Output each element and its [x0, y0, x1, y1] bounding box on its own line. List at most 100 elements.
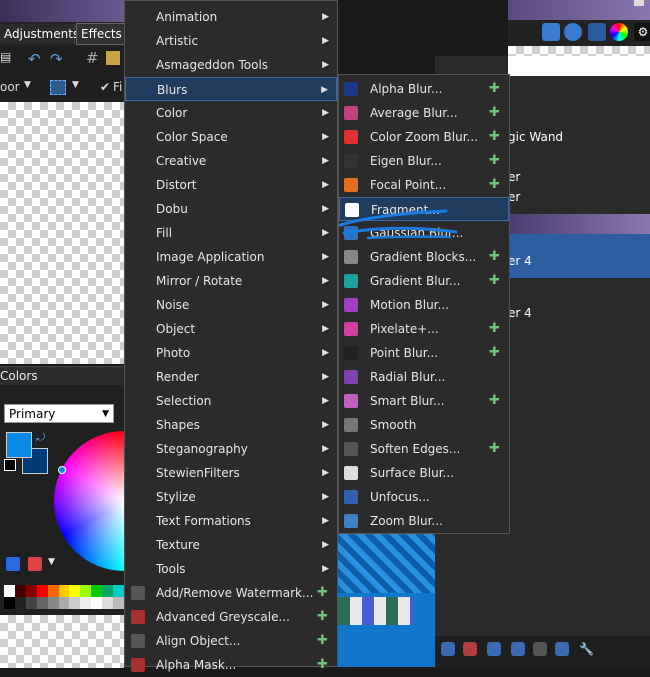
- delete-layer-icon[interactable]: [463, 642, 477, 656]
- add-layer-icon[interactable]: [441, 642, 455, 656]
- menu-item-distort[interactable]: Distort ▶: [125, 173, 337, 197]
- menu-item-alpha-mask[interactable]: Alpha Mask... ✚: [125, 653, 337, 677]
- menu-item-steganography[interactable]: Steganography ▶: [125, 437, 337, 461]
- menu-item-label: Advanced Greyscale...: [156, 610, 290, 624]
- menu-item-label: Pixelate+...: [370, 322, 439, 336]
- menu-item-surface-blur[interactable]: Surface Blur...: [339, 461, 509, 485]
- settings-icon[interactable]: ⚙: [634, 23, 650, 41]
- menu-item-object[interactable]: Object ▶: [125, 317, 337, 341]
- color-wheel-handle[interactable]: [58, 466, 66, 474]
- menu-item-smooth[interactable]: Smooth: [339, 413, 509, 437]
- reset-colors-icon[interactable]: [4, 459, 16, 471]
- menu-item-photo[interactable]: Photo ▶: [125, 341, 337, 365]
- undo-icon[interactable]: ↶: [28, 50, 41, 68]
- add-color-icon[interactable]: [6, 557, 20, 571]
- menu-item-image-application[interactable]: Image Application ▶: [125, 245, 337, 269]
- tools-icon[interactable]: [542, 23, 560, 41]
- menu-item-smart-blur[interactable]: Smart Blur... ✚: [339, 389, 509, 413]
- grid-icon[interactable]: #: [86, 49, 99, 67]
- menu-item-add-remove-watermark[interactable]: Add/Remove Watermark... ✚: [125, 581, 337, 605]
- menu-item-color[interactable]: Color ▶: [125, 101, 337, 125]
- menu-item-artistic[interactable]: Artistic ▶: [125, 29, 337, 53]
- primary-color-select[interactable]: Primary ▼: [4, 404, 114, 423]
- menu-item-texture[interactable]: Texture ▶: [125, 533, 337, 557]
- greyscale-icon: [131, 610, 145, 624]
- menu-item-shapes[interactable]: Shapes ▶: [125, 413, 337, 437]
- menu-item-mirror-rotate[interactable]: Mirror / Rotate ▶: [125, 269, 337, 293]
- color-palette[interactable]: [4, 585, 124, 609]
- menu-item-color-zoom-blur[interactable]: Color Zoom Blur... ✚: [339, 125, 509, 149]
- menu-item-label: Mirror / Rotate: [156, 274, 243, 288]
- chevron-down-icon[interactable]: ▼: [72, 80, 79, 90]
- menu-item-render[interactable]: Render ▶: [125, 365, 337, 389]
- palette-icon[interactable]: [28, 557, 42, 571]
- primary-color-swatch[interactable]: [6, 432, 32, 458]
- layer-properties-icon[interactable]: 🔧: [579, 642, 594, 656]
- menu-item-align-object[interactable]: Align Object... ✚: [125, 629, 337, 653]
- menu-item-label: Add/Remove Watermark...: [156, 586, 314, 600]
- redo-icon[interactable]: ↷: [50, 50, 63, 68]
- menu-item-pixelate[interactable]: Pixelate+... ✚: [339, 317, 509, 341]
- menu-item-unfocus[interactable]: Unfocus...: [339, 485, 509, 509]
- layers-icon[interactable]: [588, 23, 606, 41]
- menu-item-gradient-blur[interactable]: Gradient Blur... ✚: [339, 269, 509, 293]
- menu-item-advanced-greyscale[interactable]: Advanced Greyscale... ✚: [125, 605, 337, 629]
- chevron-right-icon: ▶: [322, 156, 329, 166]
- menu-item-asmageddon-tools[interactable]: Asmageddon Tools ▶: [125, 53, 337, 77]
- colors-icon[interactable]: [610, 23, 628, 41]
- menu-item-fill[interactable]: Fill ▶: [125, 221, 337, 245]
- merge-down-icon[interactable]: [533, 642, 547, 656]
- menu-item-gradient-blocks[interactable]: Gradient Blocks... ✚: [339, 245, 509, 269]
- menu-item-stylize[interactable]: Stylize ▶: [125, 485, 337, 509]
- tab-adjustments[interactable]: Adjustments: [0, 24, 79, 44]
- menu-item-label: Tools: [156, 562, 186, 576]
- menu-item-text-formations[interactable]: Text Formations ▶: [125, 509, 337, 533]
- menu-item-average-blur[interactable]: Average Blur... ✚: [339, 101, 509, 125]
- menu-item-blurs[interactable]: Blurs ▶: [125, 77, 337, 101]
- layer-name[interactable]: er 4: [508, 306, 532, 320]
- menu-item-label: Photo: [156, 346, 191, 360]
- duplicate-layer-icon[interactable]: [487, 642, 501, 656]
- menu-item-selection[interactable]: Selection ▶: [125, 389, 337, 413]
- layer-row-selected[interactable]: er 4: [508, 234, 650, 278]
- menu-item-dobu[interactable]: Dobu ▶: [125, 197, 337, 221]
- menu-item-motion-blur[interactable]: Motion Blur...: [339, 293, 509, 317]
- menu-item-point-blur[interactable]: Point Blur... ✚: [339, 341, 509, 365]
- menu-item-alpha-blur[interactable]: Alpha Blur... ✚: [339, 77, 509, 101]
- menu-item-noise[interactable]: Noise ▶: [125, 293, 337, 317]
- menu-item-label: Focal Point...: [370, 178, 447, 192]
- plugin-icon: ✚: [489, 393, 500, 408]
- image-canvas[interactable]: [0, 102, 124, 364]
- tab-effects[interactable]: Effects: [76, 23, 126, 45]
- history-icon[interactable]: [564, 23, 582, 41]
- menu-item-zoom-blur[interactable]: Zoom Blur...: [339, 509, 509, 533]
- new-image-icon[interactable]: ▤: [0, 50, 11, 64]
- swap-colors-icon[interactable]: ⤾: [36, 431, 45, 445]
- antialias-check-icon[interactable]: ✔: [100, 80, 110, 94]
- import-layer-icon[interactable]: [511, 642, 525, 656]
- chevron-down-icon[interactable]: ▼: [48, 557, 55, 567]
- menu-item-stewienfilters[interactable]: StewienFilters ▶: [125, 461, 337, 485]
- gaussian-blur-icon: [344, 226, 358, 240]
- menu-item-radial-blur[interactable]: Radial Blur...: [339, 365, 509, 389]
- menu-item-label: Gradient Blur...: [370, 274, 461, 288]
- menu-item-eigen-blur[interactable]: Eigen Blur... ✚: [339, 149, 509, 173]
- chevron-right-icon: ▶: [322, 228, 329, 238]
- plugin-icon: ✚: [489, 441, 500, 456]
- menu-item-creative[interactable]: Creative ▶: [125, 149, 337, 173]
- menu-item-animation[interactable]: Animation ▶: [125, 5, 337, 29]
- selection-mode-icon[interactable]: [50, 80, 66, 95]
- menu-item-gaussian-blur[interactable]: Gaussian Blur...: [339, 221, 509, 245]
- menu-item-tools[interactable]: Tools ▶: [125, 557, 337, 581]
- chevron-right-icon: ▶: [322, 564, 329, 574]
- menu-item-color-space[interactable]: Color Space ▶: [125, 125, 337, 149]
- ruler-icon[interactable]: [106, 51, 120, 65]
- menu-item-focal-point[interactable]: Focal Point... ✚: [339, 173, 509, 197]
- zoom-blur-icon: [344, 514, 358, 528]
- window-control[interactable]: [634, 0, 644, 6]
- move-down-icon[interactable]: [555, 642, 569, 656]
- menu-item-soften-edges[interactable]: Soften Edges... ✚: [339, 437, 509, 461]
- chevron-down-icon[interactable]: ▼: [24, 80, 31, 90]
- chevron-right-icon: ▶: [322, 60, 329, 70]
- menu-item-fragment[interactable]: Fragment...: [339, 197, 509, 221]
